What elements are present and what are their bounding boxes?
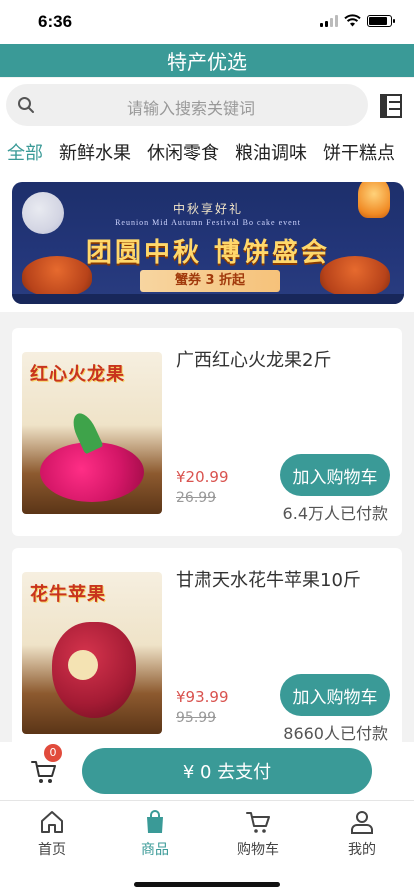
banner-subtitle: 中秋享好礼 bbox=[172, 202, 243, 216]
banner-promo: 蟹券 3 折起 bbox=[140, 270, 280, 292]
cart-icon[interactable] bbox=[30, 758, 58, 786]
product-card[interactable]: 花牛苹果 甘肃天水花牛苹果10斤 ¥93.99 95.99 加入购物车 8660… bbox=[12, 548, 402, 756]
tab-grain-oil[interactable]: 粮油调味 bbox=[235, 139, 307, 165]
crab-decoration bbox=[22, 256, 92, 296]
status-icons bbox=[320, 14, 395, 27]
pay-button[interactable]: ¥ 0 去支付 bbox=[82, 748, 372, 794]
tab-cart[interactable]: 购物车 bbox=[218, 809, 298, 859]
product-image-label: 花牛苹果 bbox=[30, 584, 106, 605]
banner-base bbox=[12, 294, 404, 304]
tab-products[interactable]: 商品 bbox=[115, 809, 195, 859]
bag-icon bbox=[147, 810, 163, 833]
tab-home[interactable]: 首页 bbox=[12, 809, 92, 859]
dragon-fruit-image bbox=[40, 442, 144, 502]
status-bar: 6:36 bbox=[0, 0, 414, 44]
signal-icon bbox=[320, 14, 338, 27]
user-icon bbox=[351, 811, 373, 834]
add-to-cart-button[interactable]: 加入购物车 bbox=[280, 674, 390, 716]
crab-decoration bbox=[320, 256, 390, 296]
search-input[interactable]: 请输入搜索关键词 bbox=[6, 84, 368, 126]
product-original-price: 95.99 bbox=[176, 710, 217, 726]
tab-cart-label: 购物车 bbox=[237, 842, 279, 858]
product-name[interactable]: 甘肃天水花牛苹果10斤 bbox=[176, 566, 361, 592]
promo-banner[interactable]: 中秋享好礼 Reunion Mid Autumn Festival Bo cak… bbox=[12, 182, 404, 304]
wifi-icon bbox=[344, 14, 361, 27]
tab-snacks[interactable]: 休闲零食 bbox=[147, 139, 219, 165]
search-placeholder: 请输入搜索关键词 bbox=[126, 99, 255, 118]
home-icon bbox=[41, 811, 63, 833]
product-name[interactable]: 广西红心火龙果2斤 bbox=[176, 346, 331, 372]
tab-home-label: 首页 bbox=[38, 842, 66, 858]
tab-profile[interactable]: 我的 bbox=[322, 809, 402, 859]
page-title: 特产优选 bbox=[167, 50, 247, 74]
checkout-bar: 0 ¥ 0 去支付 bbox=[0, 742, 414, 800]
tab-all[interactable]: 全部 bbox=[7, 139, 43, 165]
search-row: 请输入搜索关键词 bbox=[0, 78, 414, 134]
product-image[interactable]: 红心火龙果 bbox=[22, 352, 162, 514]
cart-count-badge: 0 bbox=[44, 744, 62, 762]
status-time: 6:36 bbox=[38, 12, 73, 31]
battery-icon bbox=[367, 14, 395, 27]
product-image-label: 红心火龙果 bbox=[30, 364, 125, 385]
product-card[interactable]: 红心火龙果 广西红心火龙果2斤 ¥20.99 26.99 加入购物车 6.4万人… bbox=[12, 328, 402, 536]
product-sold-count: 8660人已付款 bbox=[283, 724, 388, 743]
category-tabs: 全部 新鲜水果 休闲零食 粮油调味 饼干糕点 bbox=[0, 134, 414, 170]
cart-icon bbox=[246, 812, 270, 833]
tab-biscuits[interactable]: 饼干糕点 bbox=[323, 139, 395, 165]
apple-image bbox=[52, 622, 136, 718]
title-bar: 特产优选 bbox=[0, 44, 414, 77]
banner-section: 中秋享好礼 Reunion Mid Autumn Festival Bo cak… bbox=[0, 170, 414, 312]
layout-toggle-icon[interactable] bbox=[380, 94, 402, 118]
banner-english-title: Reunion Mid Autumn Festival Bo cake even… bbox=[115, 218, 301, 227]
tab-fresh-fruit[interactable]: 新鲜水果 bbox=[59, 139, 131, 165]
add-to-cart-button[interactable]: 加入购物车 bbox=[280, 454, 390, 496]
product-sold-count: 6.4万人已付款 bbox=[282, 504, 388, 523]
product-price: ¥93.99 bbox=[176, 688, 229, 706]
tab-profile-label: 我的 bbox=[348, 842, 376, 858]
product-original-price: 26.99 bbox=[176, 490, 217, 506]
pay-button-label: ¥ 0 去支付 bbox=[182, 762, 272, 783]
home-indicator bbox=[134, 882, 280, 887]
tab-products-label: 商品 bbox=[141, 842, 169, 858]
product-image[interactable]: 花牛苹果 bbox=[22, 572, 162, 734]
product-price: ¥20.99 bbox=[176, 468, 229, 486]
